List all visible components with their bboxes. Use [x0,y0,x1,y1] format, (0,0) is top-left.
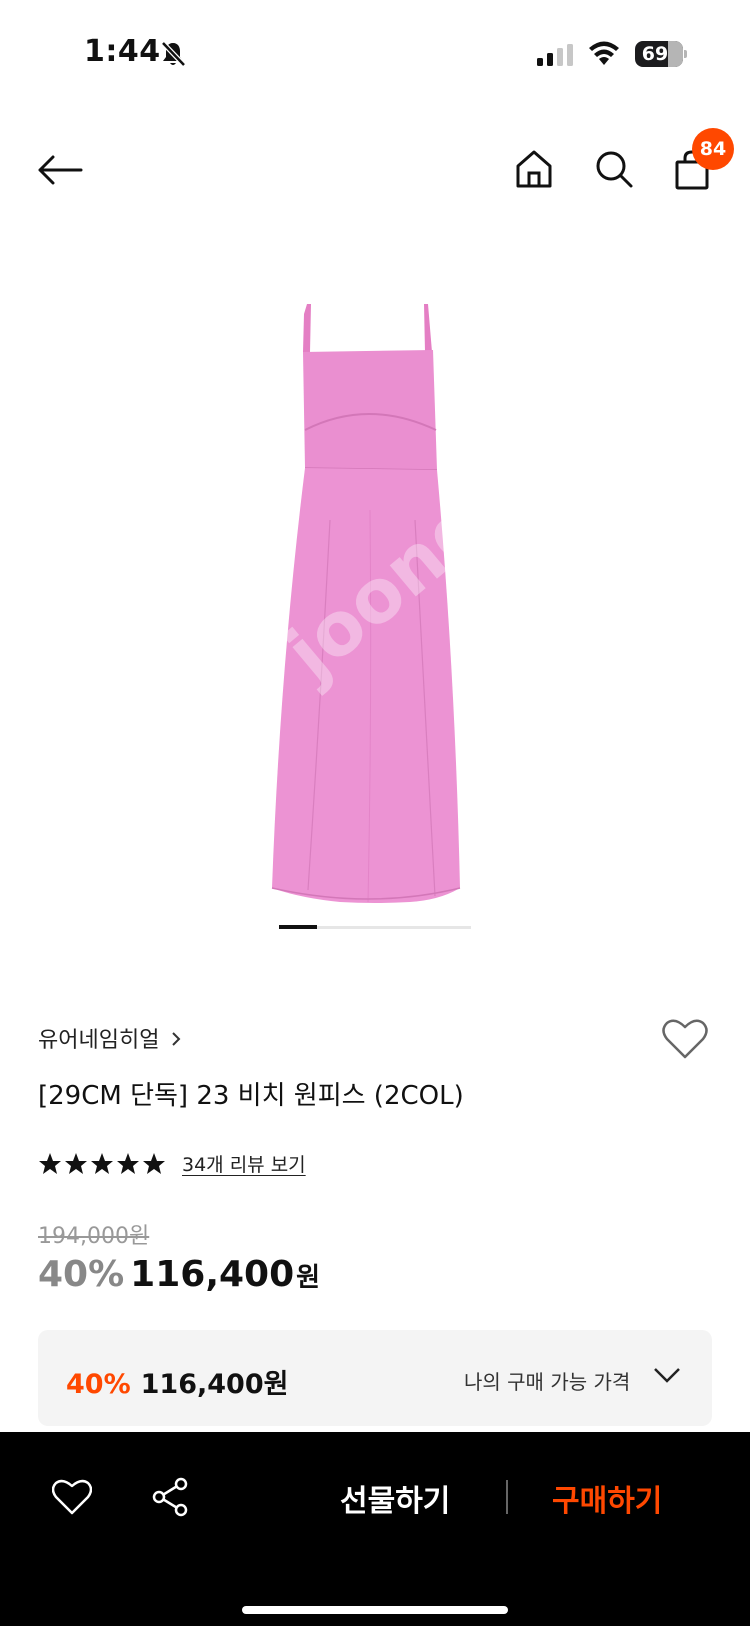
brand-link[interactable]: 유어네임히얼 [38,1022,181,1054]
home-indicator [242,1606,508,1614]
star-icon [65,1152,87,1174]
rating-row: 34개 리뷰 보기 [38,1150,306,1177]
star-rating [38,1152,168,1176]
product-image[interactable] [250,290,500,910]
status-bar: 1:44 69 [0,0,750,100]
status-time: 1:44 [84,34,161,69]
original-price: 194,000원 [38,1224,150,1249]
chevron-right-icon [172,1032,181,1046]
buy-button[interactable]: 구매하기 [552,1476,662,1520]
my-price: 116,400원 [140,1369,289,1400]
bell-slash-icon [160,40,186,72]
search-icon [596,151,633,188]
currency-unit: 원 [296,1263,321,1293]
back-arrow-icon [38,155,83,185]
my-price-summary: 40% 116,400원 [66,1362,288,1401]
top-nav [0,130,750,210]
battery-level: 69 [641,43,669,65]
price-row: 40% 116,400 원 [38,1254,320,1295]
battery-icon: 69 [635,41,687,67]
gift-button[interactable]: 선물하기 [340,1476,450,1520]
my-discount-rate: 40% [66,1369,131,1400]
brand-name: 유어네임히얼 [38,1028,160,1053]
cart-count-badge: 84 [692,128,734,170]
discount-rate: 40% [38,1254,125,1295]
home-icon [516,150,552,188]
my-price-dropdown[interactable]: 40% 116,400원 나의 구매 가능 가격 [38,1330,712,1426]
star-icon [91,1152,113,1174]
star-icon [39,1152,61,1174]
search-button[interactable] [592,146,636,192]
home-button[interactable] [512,146,556,192]
chevron-down-icon [654,1368,680,1383]
divider [506,1480,508,1514]
share-icon [152,1477,188,1517]
star-icon [143,1152,165,1174]
cellular-signal-icon [537,44,573,70]
share-button[interactable] [150,1476,190,1518]
review-link[interactable]: 34개 리뷰 보기 [182,1150,306,1177]
wifi-icon [588,40,620,70]
bottom-action-bar: 선물하기 구매하기 [0,1432,750,1626]
my-price-label: 나의 구매 가능 가격 [464,1370,631,1394]
product-title: [29CM 단독] 23 비치 원피스 (2COL) [38,1081,464,1111]
carousel-indicator [279,925,317,929]
bottom-wishlist-button[interactable] [51,1478,93,1516]
star-icon [117,1152,139,1174]
back-button[interactable] [36,148,84,192]
heart-icon [51,1479,93,1515]
heart-icon [662,1019,708,1059]
sale-price: 116,400 [130,1254,295,1295]
wishlist-button[interactable] [662,1018,708,1062]
